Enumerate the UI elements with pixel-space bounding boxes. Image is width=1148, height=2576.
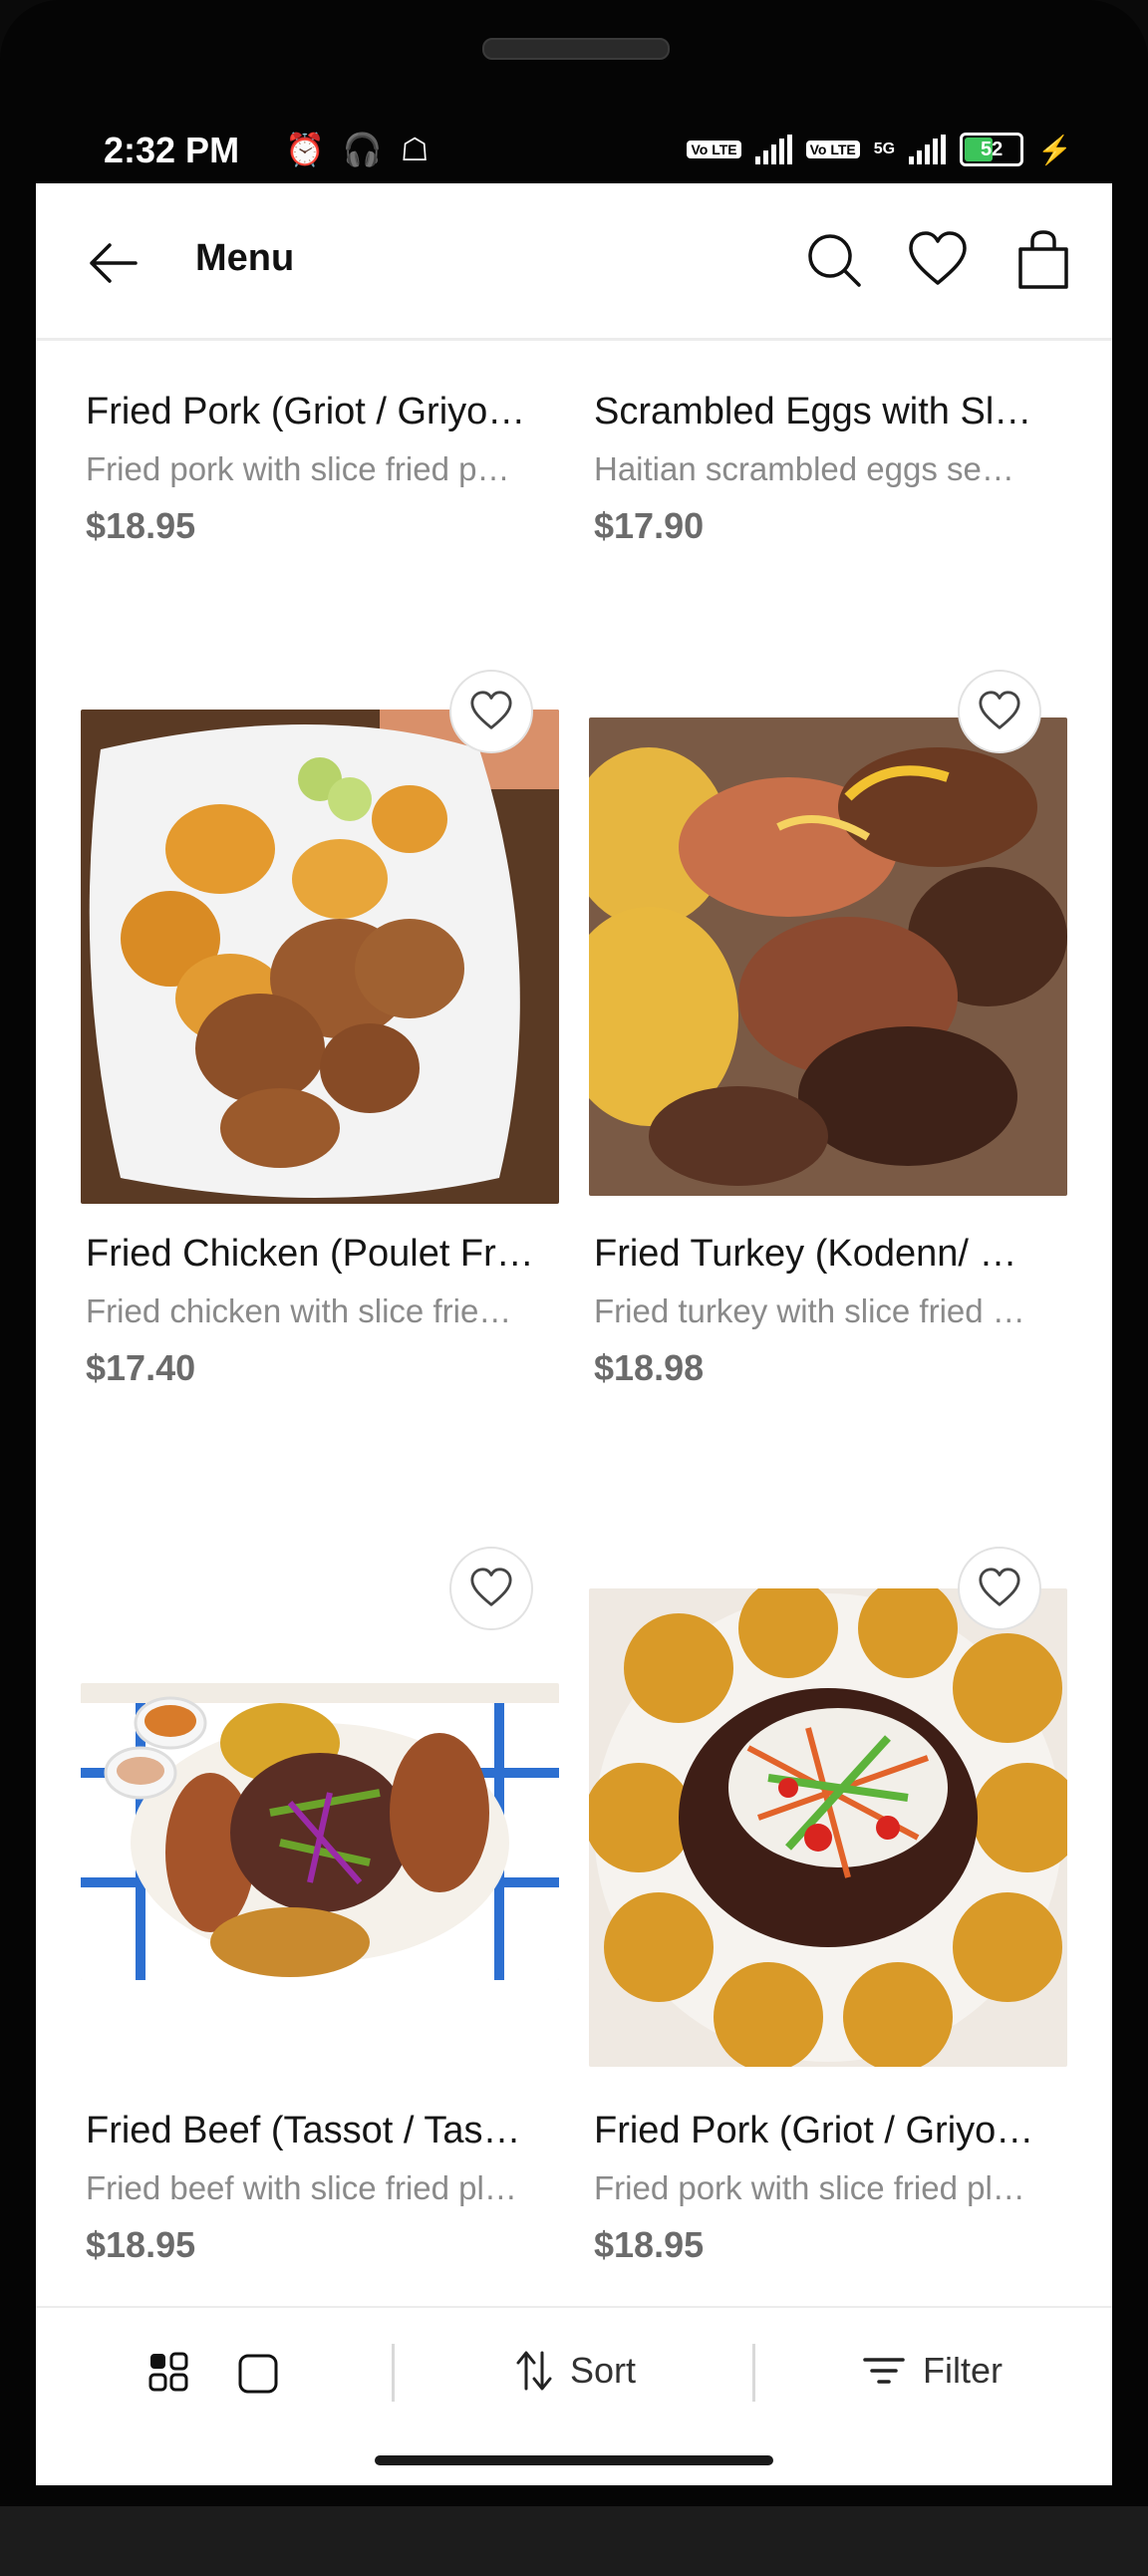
sort-label: Sort bbox=[570, 2350, 637, 2391]
heart-icon bbox=[979, 691, 1020, 729]
heart-icon bbox=[470, 1568, 512, 1606]
toolbar-divider bbox=[752, 2344, 755, 2402]
sort-button[interactable]: Sort bbox=[514, 2346, 636, 2396]
sort-icon bbox=[516, 2351, 552, 2391]
favorite-button[interactable] bbox=[449, 1547, 533, 1630]
signal-icon-2 bbox=[909, 135, 947, 164]
item-price: $18.98 bbox=[594, 1347, 705, 1388]
menu-grid: Fried Pork (Griot / Griyo… Fried pork wi… bbox=[36, 341, 1112, 2485]
item-image[interactable] bbox=[81, 1683, 559, 1980]
item-title: Fried Pork (Griot / Griyo… bbox=[86, 391, 526, 432]
notification-icon: ☖ bbox=[400, 132, 430, 167]
item-title: Fried Chicken (Poulet Fr… bbox=[86, 1233, 534, 1275]
heart-icon[interactable] bbox=[907, 229, 969, 291]
item-image[interactable] bbox=[589, 1588, 1067, 2067]
charging-icon: ⚡ bbox=[1037, 134, 1072, 165]
favorite-button[interactable] bbox=[449, 670, 533, 753]
toolbar-divider bbox=[392, 2344, 395, 2402]
page-title: Menu bbox=[195, 237, 295, 279]
app-header: Menu bbox=[36, 183, 1112, 341]
home-indicator[interactable] bbox=[375, 2455, 773, 2465]
menu-item-card[interactable]: Fried Pork (Griot / Griyo… Fried pork wi… bbox=[81, 341, 559, 620]
item-description: Fried pork with slice fried pl… bbox=[594, 2169, 1025, 2206]
phone-bottom-bezel bbox=[0, 2506, 1148, 2576]
grid-view-icon[interactable] bbox=[148, 2352, 188, 2392]
item-description: Fried turkey with slice fried … bbox=[594, 1292, 1025, 1329]
item-description: Fried beef with slice fried pl… bbox=[86, 2169, 517, 2206]
menu-item-card[interactable]: Fried Turkey (Kodenn/ … Fried turkey wit… bbox=[589, 670, 1067, 1427]
signal-icon bbox=[754, 135, 792, 164]
item-price: $17.40 bbox=[86, 1347, 196, 1388]
item-title: Fried Beef (Tassot / Tas… bbox=[86, 2110, 521, 2151]
bottom-toolbar: Sort Filter bbox=[36, 2306, 1112, 2428]
status-time: 2:32 PM bbox=[104, 130, 240, 170]
status-bar: 2:32 PM ⏰ 🎧 ☖ Vo LTE Vo LTE 5G 52 ⚡ bbox=[36, 120, 1112, 189]
status-icons-left: ⏰ 🎧 ☖ bbox=[285, 132, 429, 167]
item-price: $18.95 bbox=[86, 2224, 196, 2265]
heart-icon bbox=[470, 691, 512, 729]
menu-item-card[interactable]: Scrambled Eggs with Sl… Haitian scramble… bbox=[589, 341, 1067, 620]
shopping-bag-icon[interactable] bbox=[1012, 229, 1074, 291]
item-price: $18.95 bbox=[594, 2224, 705, 2265]
item-description: Haitian scrambled eggs se… bbox=[594, 450, 1014, 487]
item-title: Scrambled Eggs with Sl… bbox=[594, 391, 1032, 432]
item-description: Fried pork with slice fried p… bbox=[86, 450, 510, 487]
volte-icon-2: Vo LTE bbox=[805, 141, 860, 158]
search-icon[interactable] bbox=[803, 229, 865, 291]
volte-icon: Vo LTE bbox=[687, 141, 741, 158]
item-description: Fried chicken with slice frie… bbox=[86, 1292, 512, 1329]
app-screen: Menu Fried Pork (Griot / Griyo… Fried po… bbox=[36, 183, 1112, 2485]
arrow-left-icon[interactable] bbox=[84, 233, 144, 293]
item-price: $17.90 bbox=[594, 505, 705, 546]
item-title: Fried Pork (Griot / Griyo… bbox=[594, 2110, 1034, 2151]
fried-beef-platter-photo bbox=[81, 1683, 559, 1980]
fried-pork-pikliz-photo bbox=[589, 1588, 1067, 2067]
phone-speaker bbox=[482, 38, 670, 60]
item-image[interactable] bbox=[81, 710, 559, 1204]
battery-icon: 52 bbox=[960, 133, 1024, 166]
battery-level: 52 bbox=[981, 138, 1004, 160]
network-type: 5G bbox=[873, 141, 896, 157]
fried-turkey-photo bbox=[589, 717, 1067, 1196]
item-title: Fried Turkey (Kodenn/ … bbox=[594, 1233, 1017, 1275]
item-image[interactable] bbox=[589, 717, 1067, 1196]
fried-chicken-plantains-photo bbox=[81, 710, 559, 1204]
filter-icon bbox=[863, 2358, 905, 2384]
menu-item-card[interactable]: Fried Pork (Griot / Griyo… Fried pork wi… bbox=[589, 1547, 1067, 2304]
menu-item-card[interactable]: Fried Beef (Tassot / Tas… Fried beef wit… bbox=[81, 1547, 559, 2304]
single-view-icon[interactable] bbox=[238, 2354, 278, 2394]
heart-icon bbox=[979, 1568, 1020, 1606]
headphones-icon: 🎧 bbox=[342, 132, 383, 167]
favorite-button[interactable] bbox=[958, 1547, 1041, 1630]
filter-label: Filter bbox=[923, 2350, 1003, 2391]
filter-button[interactable]: Filter bbox=[863, 2346, 1003, 2396]
alarm-icon: ⏰ bbox=[285, 132, 325, 167]
status-icons-right: Vo LTE Vo LTE 5G 52 ⚡ bbox=[687, 132, 1072, 167]
favorite-button[interactable] bbox=[958, 670, 1041, 753]
menu-item-card[interactable]: Fried Chicken (Poulet Fr… Fried chicken … bbox=[81, 670, 559, 1427]
item-price: $18.95 bbox=[86, 505, 196, 546]
